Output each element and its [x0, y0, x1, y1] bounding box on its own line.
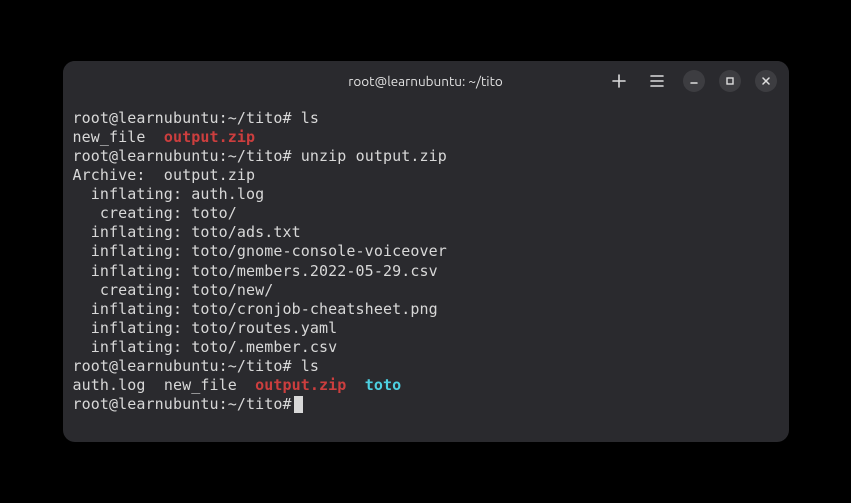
terminal-body[interactable]: root@learnubuntu:~/tito# lsnew_file outp… — [63, 101, 789, 442]
terminal-line: root@learnubuntu:~/tito# unzip output.zi… — [73, 147, 779, 166]
output-line: inflating: toto/ads.txt — [73, 223, 779, 242]
minimize-button[interactable] — [683, 70, 705, 92]
shell-prompt: root@learnubuntu:~/tito# — [73, 395, 292, 413]
terminal-line: new_file output.zip — [73, 128, 779, 147]
terminal-line: root@learnubuntu:~/tito# ls — [73, 357, 779, 376]
output-line: creating: toto/ — [73, 204, 779, 223]
shell-prompt: root@learnubuntu:~/tito# — [73, 357, 292, 375]
shell-prompt: root@learnubuntu:~/tito# — [73, 147, 292, 165]
terminal-line: root@learnubuntu:~/tito# ls — [73, 109, 779, 128]
command-text: ls — [301, 357, 319, 375]
output-line: inflating: toto/routes.yaml — [73, 319, 779, 338]
output-line: inflating: toto/cronjob-cheatsheet.png — [73, 300, 779, 319]
dir-entry: toto — [365, 376, 402, 394]
command-text: unzip output.zip — [301, 147, 447, 165]
archive-entry: output.zip — [255, 376, 346, 394]
cursor — [294, 396, 303, 413]
file-entry: auth.log — [73, 376, 146, 394]
output-line: inflating: toto/.member.csv — [73, 338, 779, 357]
output-line: Archive: output.zip — [73, 166, 779, 185]
file-entry: new_file — [73, 128, 146, 146]
titlebar: root@learnubuntu: ~/tito — [63, 61, 789, 101]
output-line: inflating: auth.log — [73, 185, 779, 204]
terminal-line: auth.log new_file output.zip toto — [73, 376, 779, 395]
menu-button[interactable] — [645, 69, 669, 93]
output-line: inflating: toto/members.2022-05-29.csv — [73, 262, 779, 281]
archive-entry: output.zip — [164, 128, 255, 146]
terminal-line: root@learnubuntu:~/tito# — [73, 395, 779, 414]
maximize-button[interactable] — [719, 70, 741, 92]
window-title: root@learnubuntu: ~/tito — [348, 73, 503, 89]
new-tab-button[interactable] — [607, 69, 631, 93]
terminal-window: root@learnubuntu: ~/tito root@learnubunt… — [63, 61, 789, 442]
output-line: creating: toto/new/ — [73, 281, 779, 300]
shell-prompt: root@learnubuntu:~/tito# — [73, 109, 292, 127]
file-entry: new_file — [164, 376, 237, 394]
command-text: ls — [301, 109, 319, 127]
output-line: inflating: toto/gnome-console-voiceover — [73, 242, 779, 261]
window-controls — [607, 69, 777, 93]
close-button[interactable] — [755, 70, 777, 92]
